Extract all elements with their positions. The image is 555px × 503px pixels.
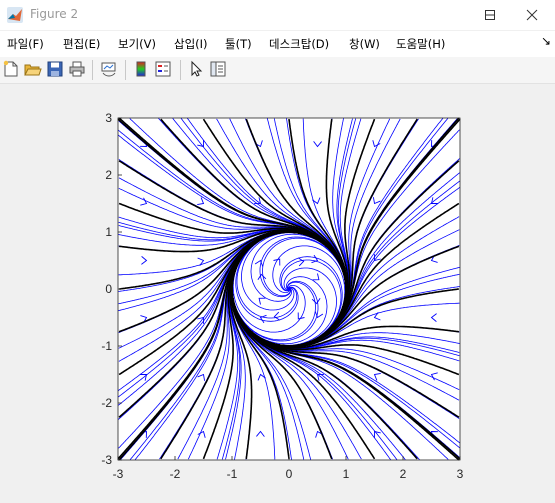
new-figure-icon[interactable] (2, 60, 20, 78)
y-tick-label: 0 (105, 282, 112, 296)
figure-area: -3 -2 -1 0 1 2 3 -3 -2 -1 0 1 2 3 (0, 84, 555, 503)
menu-tools[interactable]: 툴(T) (225, 36, 252, 52)
toolbar (0, 57, 555, 84)
maximize-icon (485, 10, 495, 20)
x-tick-label: 2 (400, 467, 407, 481)
x-tick-label: -3 (113, 467, 124, 481)
title-bar: Figure 2 (0, 0, 555, 30)
save-icon[interactable] (46, 60, 64, 78)
matlab-icon (7, 7, 23, 23)
link-plot-icon[interactable] (100, 60, 118, 78)
close-button[interactable] (509, 0, 555, 30)
maximize-button[interactable] (467, 0, 513, 30)
menu-file[interactable]: 파일(F) (7, 36, 44, 52)
y-tick-label: -3 (101, 453, 112, 467)
x-tick-label: -2 (170, 467, 181, 481)
x-tick-label: 0 (286, 467, 293, 481)
y-tick-label: 1 (105, 225, 112, 239)
property-inspector-icon[interactable] (209, 60, 227, 78)
window-title: Figure 2 (30, 7, 79, 21)
streamline-plot[interactable]: -3 -2 -1 0 1 2 3 -3 -2 -1 0 1 2 3 (0, 84, 555, 503)
pointer-icon[interactable] (187, 60, 205, 78)
x-tick-label: 3 (457, 467, 464, 481)
menu-bar: 파일(F) 편집(E) 보기(V) 삽입(I) 툴(T) 데스크탑(D) 창(W… (0, 31, 555, 57)
menu-help[interactable]: 도움말(H) (396, 36, 445, 52)
colorbar-icon[interactable] (132, 60, 150, 78)
menu-view[interactable]: 보기(V) (118, 36, 156, 52)
close-icon (526, 9, 538, 21)
toolbar-separator (92, 60, 93, 80)
legend-icon[interactable] (154, 60, 172, 78)
menu-edit[interactable]: 편집(E) (63, 36, 100, 52)
x-tick-label: -1 (227, 467, 238, 481)
print-icon[interactable] (68, 60, 86, 78)
menu-desktop[interactable]: 데스크탑(D) (269, 36, 329, 52)
menu-insert[interactable]: 삽입(I) (174, 36, 208, 52)
y-tick-label: 3 (105, 111, 112, 125)
menu-window[interactable]: 창(W) (349, 36, 380, 52)
toolbar-separator (180, 60, 181, 80)
menu-overflow-icon[interactable]: ↘ (541, 34, 551, 48)
toolbar-separator (125, 60, 126, 80)
y-tick-label: -2 (101, 396, 112, 410)
x-tick-label: 1 (343, 467, 350, 481)
y-tick-label: -1 (101, 339, 112, 353)
open-folder-icon[interactable] (24, 60, 42, 78)
y-tick-label: 2 (105, 168, 112, 182)
